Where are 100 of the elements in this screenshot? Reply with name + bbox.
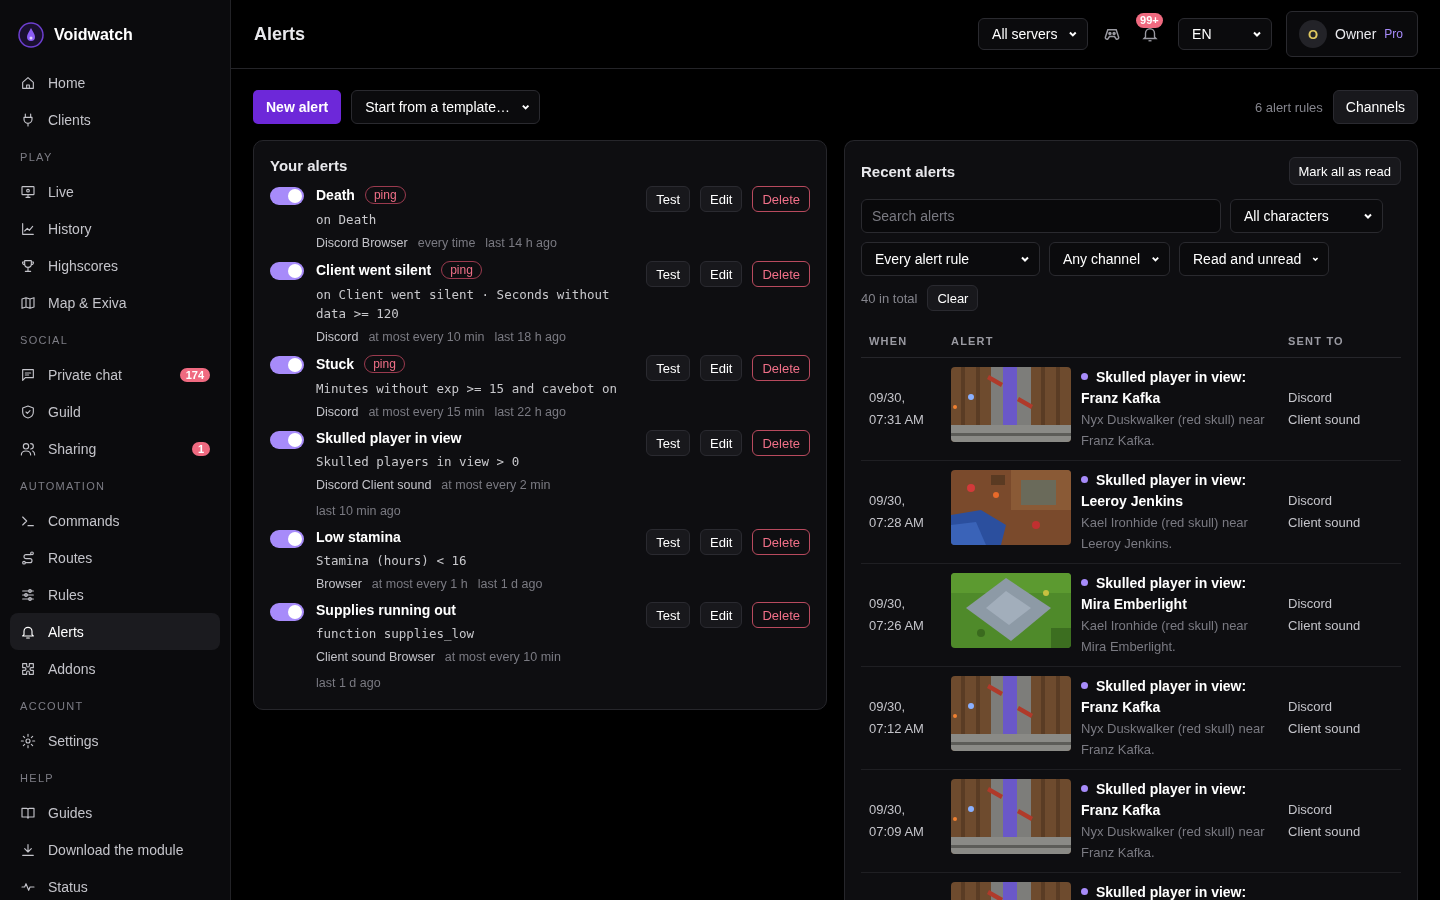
rule-count: 6 alert rules <box>1254 99 1323 115</box>
toggle-switch[interactable] <box>270 356 304 374</box>
card-title: Recent alerts <box>861 162 956 180</box>
edit-button[interactable]: Edit <box>700 602 743 628</box>
test-button[interactable]: Test <box>646 186 690 212</box>
map-icon <box>20 294 36 311</box>
sidebar-item[interactable]: History <box>10 210 220 247</box>
monitor-icon <box>20 183 36 200</box>
filter-dropdown[interactable]: Read and unread <box>1179 242 1329 276</box>
test-button[interactable]: Test <box>646 602 690 628</box>
message-icon <box>20 366 36 383</box>
filter-dropdown[interactable]: Every alert rule <box>861 242 1040 276</box>
sidebar-item[interactable]: Map & Exiva <box>10 284 220 321</box>
delete-button[interactable]: Delete <box>752 529 810 555</box>
test-button[interactable]: Test <box>646 430 690 456</box>
column-header: SENT TO <box>1280 325 1401 358</box>
toggle-switch[interactable] <box>270 431 304 449</box>
sidebar-item[interactable]: Live <box>10 173 220 210</box>
delete-button[interactable]: Delete <box>752 186 810 212</box>
test-button[interactable]: Test <box>646 529 690 555</box>
alert-time: 09/30, 07:28 AM <box>869 493 924 530</box>
last-triggered: last 1 d ago <box>316 675 381 691</box>
alert-title: Skulled player in view: Leeroy Jenkins <box>1081 471 1248 511</box>
sidebar-item[interactable]: Rules <box>10 576 220 613</box>
route-icon <box>20 549 36 566</box>
sidebar-item[interactable]: Clients <box>10 101 220 138</box>
sidebar-item[interactable]: Guild <box>10 393 220 430</box>
server-dropdown[interactable]: All servers <box>978 18 1089 50</box>
toggle-switch[interactable] <box>270 530 304 548</box>
alert-title: Skulled player in view: Franz Kafka <box>1081 780 1248 820</box>
character-dropdown[interactable]: All characters <box>1230 199 1383 233</box>
sidebar-item[interactable]: Commands <box>10 502 220 539</box>
toggle-switch[interactable] <box>270 187 304 205</box>
delete-button[interactable]: Delete <box>752 602 810 628</box>
new-alert-button[interactable]: New alert <box>253 90 342 124</box>
alert-frequency: at most every 2 min <box>441 477 551 493</box>
toggle-switch[interactable] <box>270 603 304 621</box>
logo-icon <box>18 22 44 48</box>
delete-button[interactable]: Delete <box>752 430 810 456</box>
total-count: 40 in total <box>861 290 918 306</box>
alert-title: Skulled player in view: <box>1081 882 1247 900</box>
test-button[interactable]: Test <box>646 355 690 381</box>
language-dropdown[interactable]: EN <box>1178 18 1273 50</box>
edit-button[interactable]: Edit <box>700 529 743 555</box>
edit-button[interactable]: Edit <box>700 355 743 381</box>
sidebar-item[interactable]: Routes <box>10 539 220 576</box>
sidebar-item[interactable]: Private chat 174 <box>10 356 220 393</box>
avatar: O <box>1299 20 1328 48</box>
app-name: Voidwatch <box>54 26 133 44</box>
edit-button[interactable]: Edit <box>700 261 743 287</box>
section-label: PLAY <box>19 150 54 165</box>
sidebar-item[interactable]: Home <box>10 64 220 101</box>
channel-name: Discord <box>1288 698 1334 716</box>
sidebar-item[interactable]: Settings <box>10 722 220 759</box>
delete-button[interactable]: Delete <box>752 355 810 381</box>
edit-button[interactable]: Edit <box>700 186 743 212</box>
settings-icon <box>20 732 36 749</box>
alert-condition: function supplies_low <box>316 625 476 643</box>
sidebar-item[interactable]: Alerts <box>10 613 220 650</box>
alert-condition: Skulled players in view > 0 <box>316 453 521 471</box>
channel-name: Client sound <box>1288 720 1362 738</box>
column-header: ALERT <box>943 325 1280 358</box>
alert-name: Low stamina <box>316 529 401 545</box>
channel-name: Discord <box>1288 595 1334 613</box>
sidebar-item[interactable]: Download the module <box>10 831 220 868</box>
sidebar-item[interactable]: Addons <box>10 650 220 687</box>
sidebar-item[interactable]: Highscores <box>10 247 220 284</box>
toggle-switch[interactable] <box>270 262 304 280</box>
template-dropdown[interactable]: Start from a template… <box>351 90 541 124</box>
alert-frequency: at most every 10 min <box>444 649 561 665</box>
alert-condition: Stamina (hours) < 16 <box>316 552 468 570</box>
user-menu[interactable]: O Owner Pro <box>1286 11 1418 57</box>
delete-button[interactable]: Delete <box>752 261 810 287</box>
alert-frequency: at most every 15 min <box>368 404 485 420</box>
alert-frequency: at most every 10 min <box>368 329 485 345</box>
channel-name: Client sound <box>1288 617 1362 635</box>
alert-channels: Discord <box>316 329 359 345</box>
channels-button[interactable]: Channels <box>1332 90 1418 124</box>
last-triggered: last 1 d ago <box>477 576 543 592</box>
bell-icon[interactable] <box>1141 25 1160 43</box>
alert-channels: Browser <box>316 576 362 592</box>
clear-button[interactable]: Clear <box>927 285 979 311</box>
test-button[interactable]: Test <box>646 261 690 287</box>
download-icon <box>20 841 36 858</box>
channel-name: Discord <box>1288 492 1334 510</box>
puzzle-icon <box>20 660 36 677</box>
alert-channels: Discord Client sound <box>316 477 432 493</box>
channel-name: Client sound <box>1288 514 1362 532</box>
filter-dropdown[interactable]: Any channel <box>1049 242 1170 276</box>
search-field[interactable]: Search alerts <box>861 199 1221 233</box>
alert-condition: on Death <box>316 211 378 229</box>
home-icon <box>20 74 36 91</box>
sidebar-item[interactable]: Status <box>10 868 220 900</box>
channel-name: Client sound <box>1288 411 1362 429</box>
count-badge: 1 <box>191 441 210 456</box>
mark-all-read-button[interactable]: Mark all as read <box>1288 157 1401 185</box>
edit-button[interactable]: Edit <box>700 430 743 456</box>
sidebar-item[interactable]: Guides <box>10 794 220 831</box>
page-title: Alerts <box>254 23 307 45</box>
sidebar-item[interactable]: Sharing 1 <box>10 430 220 467</box>
